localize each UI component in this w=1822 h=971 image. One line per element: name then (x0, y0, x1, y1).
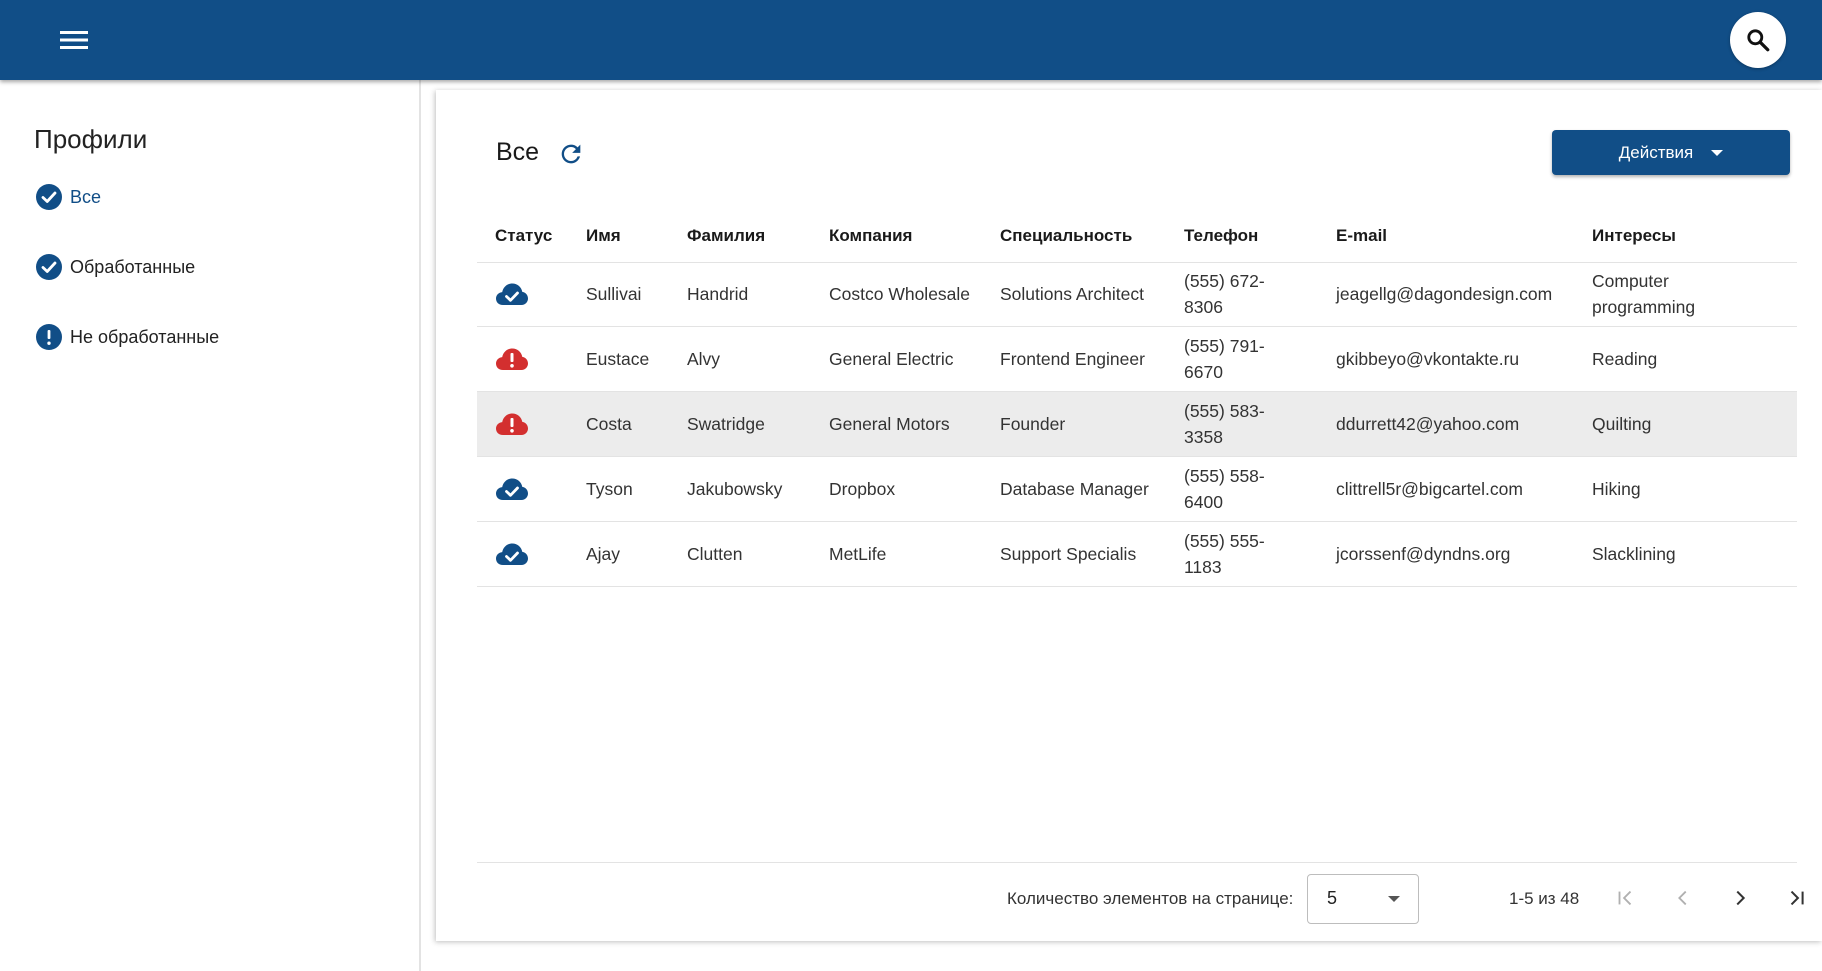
column-header-email[interactable]: E-mail (1336, 210, 1387, 262)
cell-phone: (555) 555-1183 (1184, 531, 1265, 577)
cell-last-name: Alvy (687, 349, 721, 369)
next-page-button[interactable] (1722, 880, 1758, 916)
cell-first-name: Tyson (586, 479, 633, 499)
cell-email: gkibbeyo@vkontakte.ru (1336, 349, 1520, 369)
cell-company: General Motors (829, 414, 950, 434)
cell-email: jcorssenf@dyndns.org (1336, 544, 1511, 564)
cell-specialty: Support Specialis (1000, 544, 1137, 564)
page-title: Все (496, 138, 540, 166)
refresh-icon[interactable] (557, 140, 585, 168)
cell-interests: Computer programming (1592, 271, 1696, 317)
hamburger-menu-icon[interactable] (50, 22, 98, 58)
last-page-icon (1790, 890, 1804, 906)
sidebar-item-processed[interactable]: Обработанные (36, 254, 195, 280)
table-row[interactable]: Sullivai Handrid Costco Wholesale Soluti… (477, 262, 1797, 327)
cloud-check-icon (496, 283, 528, 305)
cell-specialty: Frontend Engineer (1000, 349, 1145, 369)
chevron-down-icon (1388, 896, 1400, 902)
cell-specialty: Database Manager (1000, 479, 1149, 499)
cell-last-name: Handrid (687, 284, 749, 304)
cloud-alert-icon (496, 413, 528, 435)
search-button[interactable] (1730, 12, 1786, 68)
column-header-company[interactable]: Компания (829, 210, 912, 262)
actions-button[interactable]: Действия (1552, 130, 1790, 175)
next-page-icon (1736, 890, 1746, 906)
first-page-icon (1618, 890, 1632, 906)
items-per-page-label: Количество элементов на странице: (1007, 889, 1294, 908)
cell-specialty: Founder (1000, 414, 1066, 434)
table-row[interactable]: Costa Swatridge General Motors Founder (… (477, 392, 1797, 457)
cell-interests: Reading (1592, 349, 1658, 369)
cell-company: General Electric (829, 349, 954, 369)
cell-interests: Slacklining (1592, 544, 1676, 564)
cell-interests: Quilting (1592, 414, 1652, 434)
exclamation-circle-icon (36, 324, 62, 350)
cell-last-name: Swatridge (687, 414, 765, 434)
pagination: Количество элементов на странице: 5 1-5 … (477, 862, 1804, 942)
pagination-range: 1-5 из 48 (1509, 889, 1580, 908)
cell-company: Costco Wholesale (829, 284, 971, 304)
cell-phone: (555) 672-8306 (1184, 271, 1265, 317)
table-row[interactable]: Eustace Alvy General Electric Frontend E… (477, 327, 1797, 392)
table-header: Статус Имя Фамилия Компания Специальност… (477, 210, 1797, 263)
cell-last-name: Jakubowsky (687, 479, 783, 499)
column-header-phone[interactable]: Телефон (1184, 210, 1258, 262)
table-row[interactable]: Tyson Jakubowsky Dropbox Database Manage… (477, 457, 1797, 522)
cell-email: clittrell5r@bigcartel.com (1336, 479, 1523, 499)
check-circle-icon (36, 254, 62, 280)
cell-specialty: Solutions Architect (1000, 284, 1144, 304)
first-page-button[interactable] (1607, 880, 1643, 916)
cell-phone: (555) 791-6670 (1184, 336, 1265, 382)
top-app-bar (0, 0, 1822, 80)
sidebar-item-label: Все (70, 186, 102, 207)
caret-down-icon (1711, 149, 1724, 156)
actions-label: Действия (1618, 142, 1694, 162)
items-per-page-select[interactable]: 5 (1307, 874, 1419, 924)
sidebar: Профили Все Обработанные Не обработанные (0, 80, 421, 971)
cell-phone: (555) 558-6400 (1184, 466, 1265, 512)
profiles-card: Все Действия Статус Имя Фамилия Компания… (436, 90, 1822, 941)
cell-interests: Hiking (1592, 479, 1641, 499)
column-header-specialty[interactable]: Специальность (1000, 210, 1132, 262)
cell-email: jeagellg@dagondesign.com (1336, 284, 1553, 304)
cloud-check-icon (496, 543, 528, 565)
column-header-status[interactable]: Статус (495, 210, 552, 262)
last-page-button[interactable] (1779, 880, 1815, 916)
sidebar-item-unprocessed[interactable]: Не обработанные (36, 324, 219, 350)
table-row[interactable]: Ajay Clutten MetLife Support Specialis (… (477, 522, 1797, 587)
cloud-alert-icon (496, 348, 528, 370)
cell-first-name: Eustace (586, 349, 650, 369)
sidebar-item-label: Обработанные (70, 256, 196, 277)
cell-last-name: Clutten (687, 544, 743, 564)
cell-company: MetLife (829, 544, 887, 564)
column-header-last-name[interactable]: Фамилия (687, 210, 765, 262)
sidebar-item-all[interactable]: Все (36, 184, 101, 210)
cell-email: ddurrett42@yahoo.com (1336, 414, 1520, 434)
column-header-interests[interactable]: Интересы (1592, 210, 1676, 262)
previous-page-icon (1678, 890, 1687, 906)
cell-company: Dropbox (829, 479, 896, 499)
column-header-first-name[interactable]: Имя (586, 210, 621, 262)
cell-first-name: Costa (586, 414, 632, 434)
sidebar-item-label: Не обработанные (70, 326, 220, 347)
check-circle-icon (36, 184, 62, 210)
cell-first-name: Ajay (586, 544, 621, 564)
items-per-page-value: 5 (1327, 888, 1338, 908)
previous-page-button[interactable] (1665, 880, 1701, 916)
sidebar-title: Профили (34, 124, 148, 154)
cell-phone: (555) 583-3358 (1184, 401, 1265, 447)
cell-first-name: Sullivai (586, 284, 642, 304)
search-icon (1747, 29, 1770, 52)
cloud-check-icon (496, 478, 528, 500)
